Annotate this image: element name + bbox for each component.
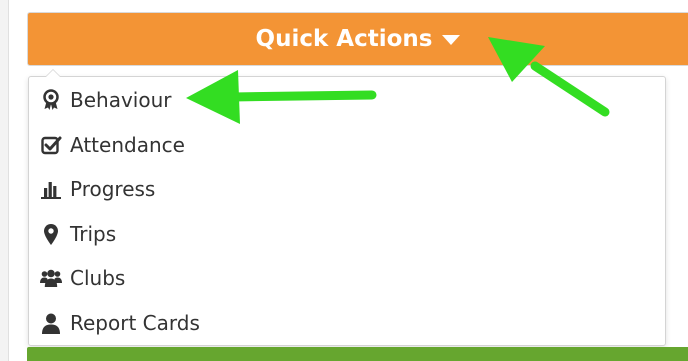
menu-item-report-cards[interactable]: Report Cards [29,303,665,343]
caret-down-icon [442,35,461,45]
map-marker-icon [40,223,62,245]
menu-item-label: Trips [70,222,117,246]
green-action-bar[interactable] [27,347,688,361]
quick-actions-button[interactable]: Quick Actions [27,12,688,66]
check-square-icon [40,134,62,156]
menu-item-progress[interactable]: Progress [29,169,665,209]
menu-item-label: Behaviour [70,88,172,112]
users-icon [40,267,62,289]
bar-chart-icon [40,178,62,200]
menu-item-clubs[interactable]: Clubs [29,258,665,298]
menu-item-behaviour[interactable]: Behaviour [29,80,665,120]
menu-item-label: Attendance [70,133,185,157]
quick-actions-label: Quick Actions [255,26,433,52]
quick-actions-dropdown: Behaviour Attendance Progress Trips Club… [28,69,666,346]
menu-item-label: Progress [70,177,156,201]
award-icon [40,89,62,111]
dropdown-notch-inner [46,70,60,77]
user-icon [40,312,62,334]
menu-item-trips[interactable]: Trips [29,214,665,254]
menu-item-label: Clubs [70,266,126,290]
menu-item-attendance[interactable]: Attendance [29,125,665,165]
menu-item-label: Report Cards [70,311,200,335]
